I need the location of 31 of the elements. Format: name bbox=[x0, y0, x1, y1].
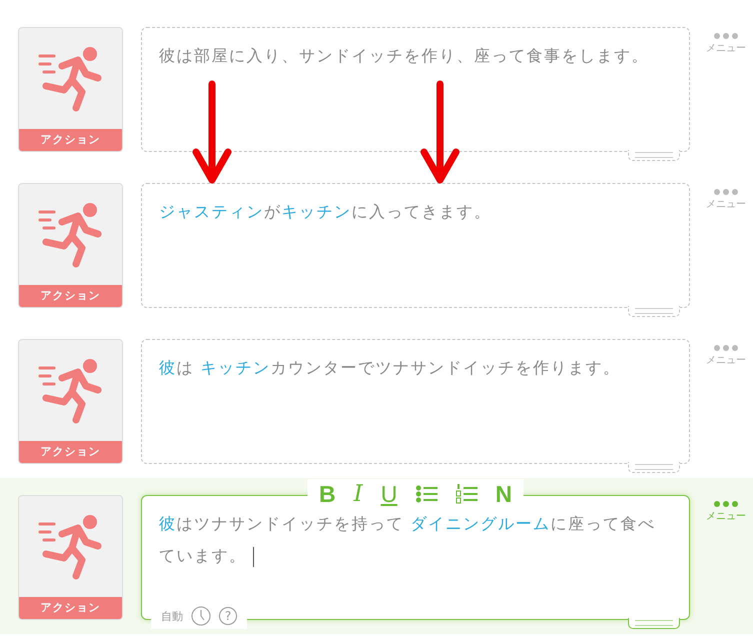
menu-button[interactable]: メニュー bbox=[700, 339, 752, 367]
clock-icon[interactable] bbox=[191, 606, 211, 626]
text-editor[interactable]: 彼は部屋に入り、サンドイッチを作り、座って食事をします。 bbox=[141, 27, 690, 152]
action-card[interactable]: アクション bbox=[18, 339, 123, 464]
menu-button[interactable]: メニュー bbox=[700, 495, 752, 523]
running-person-icon bbox=[38, 512, 104, 582]
text-editor[interactable]: ジャスティン がキッチン に入ってきます。 bbox=[141, 183, 690, 308]
running-person-icon bbox=[38, 200, 104, 270]
paragraph: ジャスティン がキッチン に入ってきます。 bbox=[159, 202, 492, 221]
category-label: アクション bbox=[19, 597, 122, 619]
category-label: アクション bbox=[19, 441, 122, 463]
category-label: アクション bbox=[19, 129, 122, 151]
resize-handle[interactable] bbox=[628, 150, 680, 161]
paragraph: 彼は部屋に入り、サンドイッチを作り、座って食事をします。 bbox=[159, 46, 649, 65]
text-editor[interactable]: 彼は キッチン カウンターでツナサンドイッチを作ります。 bbox=[141, 339, 690, 464]
paragraph: 彼はツナサンドイッチを持って ダイニングルーム に座って食べています。 bbox=[159, 514, 656, 565]
bullet-list-icon[interactable] bbox=[415, 485, 438, 503]
menu-button[interactable]: メニュー bbox=[700, 183, 752, 211]
action-card[interactable]: アクション bbox=[18, 495, 123, 620]
menu-button[interactable]: メニュー bbox=[700, 27, 752, 55]
running-person-icon bbox=[38, 356, 104, 426]
resize-handle[interactable] bbox=[628, 306, 680, 317]
help-button[interactable]: ? bbox=[219, 607, 237, 625]
running-person-icon bbox=[38, 44, 104, 114]
category-label: アクション bbox=[19, 285, 122, 307]
numbered-list-icon[interactable] bbox=[455, 484, 478, 504]
resize-handle[interactable] bbox=[628, 618, 680, 629]
action-card[interactable]: アクション bbox=[18, 27, 123, 152]
action-card[interactable]: アクション bbox=[18, 183, 123, 308]
paragraph: 彼は キッチン カウンターでツナサンドイッチを作ります。 bbox=[159, 358, 621, 377]
resize-handle[interactable] bbox=[628, 462, 680, 473]
